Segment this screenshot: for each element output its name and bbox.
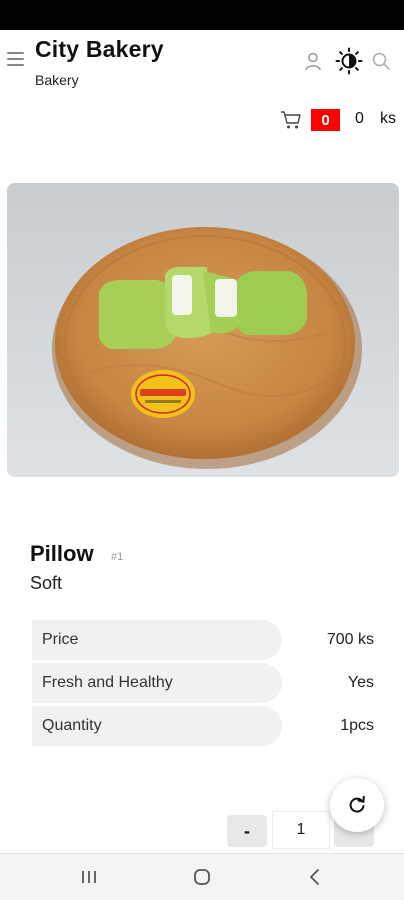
spec-label: Price: [32, 620, 282, 660]
store-title: City Bakery: [35, 36, 164, 62]
quantity-input[interactable]: 1: [272, 811, 330, 849]
cart-count-badge: 0: [311, 109, 340, 131]
cart-icon[interactable]: [280, 110, 302, 130]
menu-icon[interactable]: [7, 52, 24, 66]
product-image: [7, 183, 399, 477]
system-navigation-bar: [0, 853, 404, 900]
cart-currency: ks: [380, 110, 396, 127]
back-icon[interactable]: [300, 864, 330, 890]
spec-value: Yes: [347, 674, 374, 691]
spec-label: Quantity: [32, 706, 282, 746]
brightness-icon[interactable]: [335, 47, 363, 75]
spec-row-quantity: Quantity 1pcs: [32, 706, 382, 746]
product-name: Pillow: [30, 541, 94, 566]
spec-label: Fresh and Healthy: [32, 663, 282, 703]
decrease-quantity-button[interactable]: -: [227, 815, 267, 847]
home-icon[interactable]: [187, 864, 217, 890]
app-header: City Bakery Bakery: [0, 30, 404, 100]
refresh-icon: [349, 795, 365, 813]
status-bar: [0, 0, 404, 30]
refresh-button[interactable]: [330, 778, 384, 832]
recent-apps-icon[interactable]: [74, 864, 104, 890]
cart-summary[interactable]: 0 0 ks: [0, 108, 404, 134]
cart-total: 0: [355, 110, 364, 127]
product-id: #1: [111, 551, 124, 563]
spec-value: 1pcs: [340, 717, 374, 734]
spec-row-fresh: Fresh and Healthy Yes: [32, 663, 382, 703]
spec-row-price: Price 700 ks: [32, 620, 382, 660]
user-icon[interactable]: [302, 50, 324, 72]
product-description: Soft: [30, 573, 63, 593]
store-subtitle: Bakery: [35, 72, 79, 88]
spec-value: 700 ks: [326, 631, 374, 648]
search-icon[interactable]: [370, 50, 392, 72]
